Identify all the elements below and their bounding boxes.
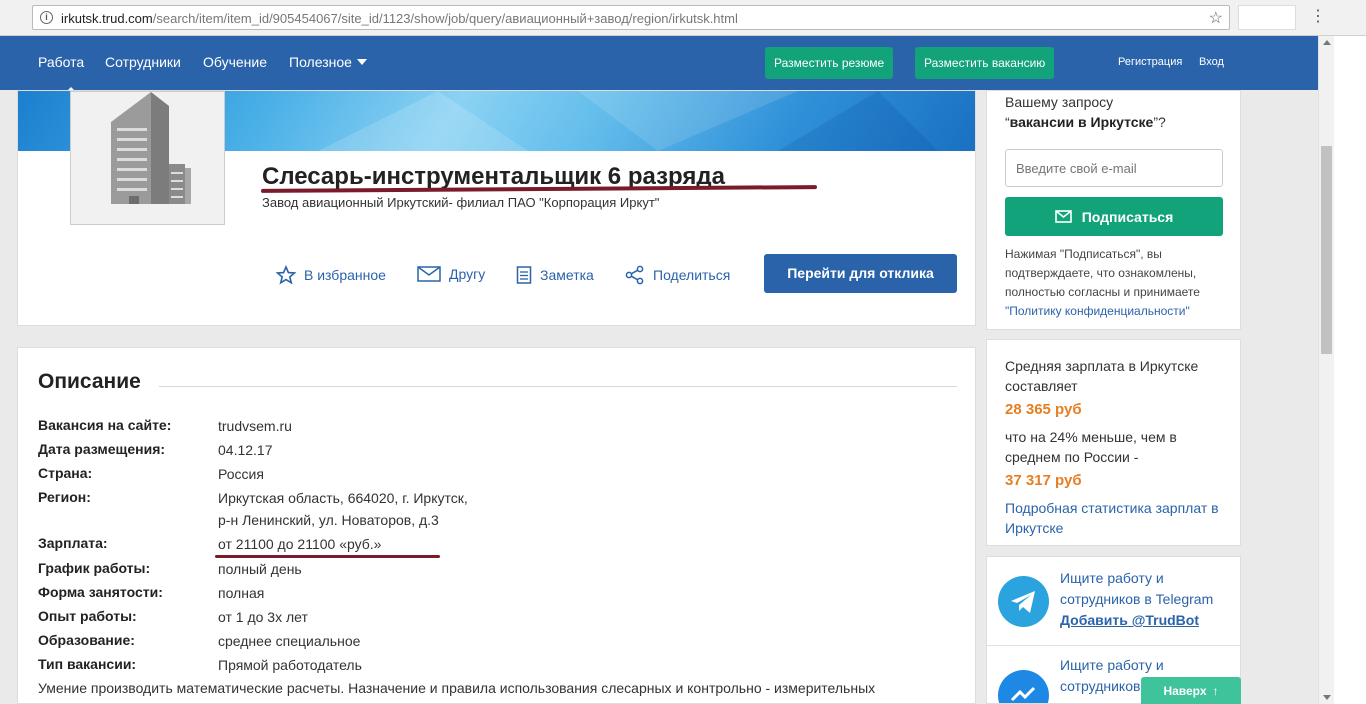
- detail-key: Вакансия на сайте:: [38, 417, 172, 433]
- note-icon: [516, 266, 532, 284]
- favorite-label: В избранное: [304, 267, 386, 283]
- salary-stats-link[interactable]: Подробная статистика зарплат в Иркутске: [1005, 498, 1230, 538]
- job-header-card: Слесарь-инструментальщик 6 разряда Завод…: [17, 90, 976, 326]
- arrow-up-icon: ↑: [1212, 683, 1219, 698]
- friend-label: Другу: [449, 266, 486, 282]
- heading-divider: [159, 386, 957, 387]
- building-icon: [111, 92, 191, 204]
- detail-value: полная: [218, 585, 265, 601]
- detail-value-line2: р-н Ленинский, ул. Новаторов, д.3: [218, 512, 439, 528]
- envelope-icon: [417, 266, 441, 282]
- description-heading: Описание: [38, 370, 141, 393]
- info-icon[interactable]: i: [40, 11, 53, 24]
- subscribe-widget: Вашему запросу “вакансии в Иркутске”? По…: [986, 90, 1241, 330]
- send-to-friend-action[interactable]: Другу: [417, 265, 485, 283]
- note-action[interactable]: Заметка: [516, 265, 594, 285]
- note-label: Заметка: [540, 267, 594, 283]
- detail-key: Регион:: [38, 489, 91, 505]
- detail-key: Страна:: [38, 465, 93, 481]
- detail-value: от 1 до 3х лет: [218, 609, 308, 625]
- privacy-policy-link[interactable]: "Политику конфиденциальности": [1005, 304, 1190, 318]
- share-label: Поделиться: [653, 267, 731, 283]
- nav-item-work[interactable]: Работа: [38, 54, 84, 94]
- messenger-icon[interactable]: [998, 670, 1049, 703]
- address-bar[interactable]: i irkutsk.trud.com/search/item/item_id/9…: [32, 5, 1230, 30]
- detail-value: Россия: [218, 466, 264, 482]
- add-trudbot-link[interactable]: Добавить @TrudBot: [1060, 612, 1199, 628]
- caret-down-icon: [356, 59, 367, 65]
- star-icon: [276, 265, 296, 285]
- detail-value: Иркутская область, 664020, г. Иркутск,: [218, 490, 468, 506]
- detail-key: Тип вакансии:: [38, 656, 137, 672]
- detail-value: Прямой работодатель: [218, 657, 362, 673]
- browser-chrome: i irkutsk.trud.com/search/item/item_id/9…: [0, 0, 1366, 36]
- company-name[interactable]: Завод авиационный Иркутский- филиал ПАО …: [262, 195, 659, 210]
- detail-value: от 21100 до 21100 «руб.»: [218, 536, 382, 552]
- detail-key: График работы:: [38, 560, 151, 576]
- detail-value: trudvsem.ru: [218, 418, 292, 434]
- detail-key: Форма занятости:: [38, 584, 163, 600]
- page-scrollbar[interactable]: [1318, 36, 1334, 704]
- back-to-top-label: Наверх: [1163, 683, 1207, 698]
- detail-key: Дата размещения:: [38, 441, 166, 457]
- company-logo: [70, 91, 225, 225]
- subscribe-label: Подписаться: [1081, 208, 1174, 225]
- email-input[interactable]: [1005, 149, 1223, 187]
- telegram-icon[interactable]: [998, 576, 1049, 627]
- login-link[interactable]: Вход: [1199, 56, 1224, 68]
- detail-value: полный день: [218, 561, 302, 577]
- salary-widget: Средняя зарплата в Иркутске составляет 2…: [986, 339, 1241, 546]
- scroll-thumb[interactable]: [1321, 146, 1332, 354]
- scroll-up-icon[interactable]: [1323, 40, 1331, 45]
- nav-item-useful[interactable]: Полезное: [289, 54, 367, 70]
- telegram-promo[interactable]: Ищите работу и сотрудников в Telegram Доб…: [1060, 568, 1230, 631]
- nav-item-employees[interactable]: Сотрудники: [105, 54, 181, 70]
- description-card: Описание Вакансия на сайте: trudvsem.ru Д…: [17, 347, 976, 704]
- description-text: Умение производить математические расчет…: [38, 680, 876, 696]
- subscribe-query: “вакансии в Иркутске”?: [1005, 114, 1166, 130]
- back-to-top-button[interactable]: Наверх ↑: [1141, 677, 1241, 704]
- share-icon: [625, 265, 644, 285]
- window-edge: [1334, 36, 1366, 704]
- browser-menu-icon[interactable]: ⋮: [1310, 7, 1326, 27]
- register-link[interactable]: Регистрация: [1118, 56, 1182, 68]
- scroll-down-icon[interactable]: [1323, 695, 1331, 700]
- nav-item-education[interactable]: Обучение: [203, 54, 267, 70]
- url-text: irkutsk.trud.com/search/item/item_id/905…: [61, 11, 738, 26]
- divider: [987, 645, 1240, 646]
- post-resume-button[interactable]: Разместить резюме: [765, 47, 894, 79]
- detail-value: среднее специальное: [218, 633, 361, 649]
- post-vacancy-button[interactable]: Разместить вакансию: [915, 47, 1055, 79]
- nav-item-useful-label: Полезное: [289, 54, 352, 70]
- salary-compare: что на 24% меньше, чем в среднем по Росс…: [1005, 429, 1177, 465]
- subscribe-prompt: Вашему запросу: [1005, 94, 1114, 110]
- salary-local: 28 365 руб: [1005, 401, 1082, 418]
- extension-area: [1238, 5, 1296, 30]
- detail-value: 04.12.17: [218, 442, 273, 458]
- site-nav: Работа Сотрудники Обучение Полезное Разм…: [0, 36, 1318, 94]
- detail-key: Образование:: [38, 632, 135, 648]
- bookmark-star-icon[interactable]: ☆: [1209, 8, 1223, 28]
- salary-intro: Средняя зарплата в Иркутске составляет: [1005, 358, 1199, 394]
- favorite-action[interactable]: В избранное: [276, 265, 386, 285]
- share-action[interactable]: Поделиться: [625, 265, 730, 285]
- respond-button[interactable]: Перейти для отклика: [764, 254, 957, 293]
- detail-key: Зарплата:: [38, 535, 108, 551]
- subscribe-button[interactable]: Подписаться: [1005, 197, 1223, 236]
- detail-key: Опыт работы:: [38, 608, 137, 624]
- envelope-icon: [1054, 210, 1072, 223]
- subscribe-note: Нажимая "Подписаться", вы подтверждаете,…: [1005, 247, 1200, 318]
- salary-national: 37 317 руб: [1005, 472, 1082, 489]
